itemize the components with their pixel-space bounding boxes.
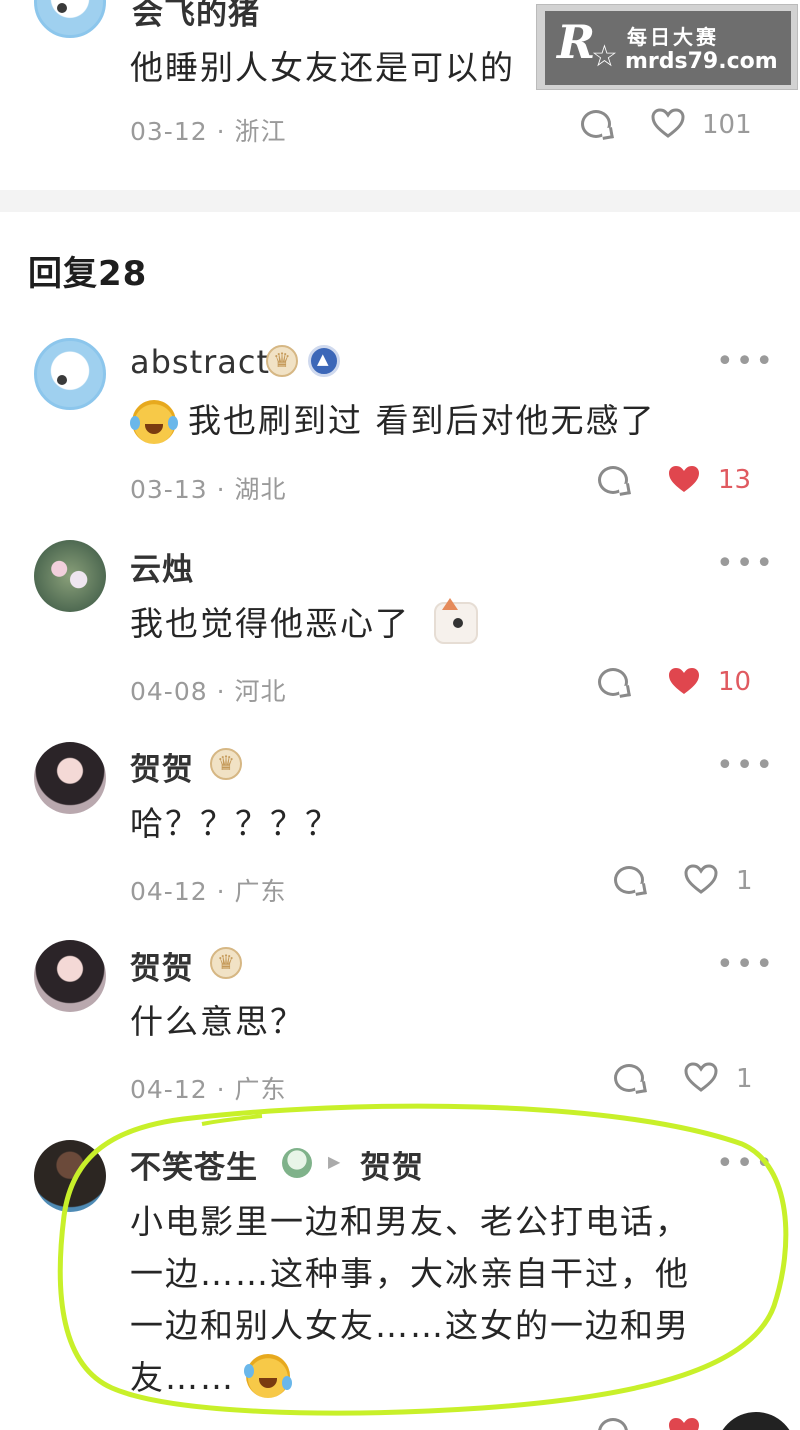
avatar[interactable] bbox=[34, 338, 106, 410]
more-options-button[interactable]: ••• bbox=[716, 549, 775, 579]
heart-filled-icon[interactable] bbox=[667, 1416, 701, 1430]
meta-separator: · bbox=[216, 877, 226, 906]
watermark-url: mrds79.com bbox=[625, 49, 778, 74]
reply-meta: 04-12 · 广东 bbox=[130, 872, 287, 908]
heart-icon[interactable] bbox=[684, 1062, 718, 1092]
reply-date: 04-08 bbox=[130, 677, 208, 706]
comment-meta: 03-12 · 浙江 bbox=[130, 112, 287, 148]
reply-username[interactable]: 贺贺 bbox=[130, 943, 194, 988]
reply-username[interactable]: 贺贺 bbox=[130, 744, 194, 789]
reply-date: 04-12 bbox=[130, 877, 208, 906]
reply-location: 河北 bbox=[234, 677, 287, 706]
reply-username[interactable]: 云烛 bbox=[130, 544, 194, 589]
watermark-name: 每日大赛 bbox=[627, 25, 719, 49]
watermark-logo: R bbox=[557, 15, 596, 69]
like-count: 1 bbox=[736, 866, 753, 896]
cat-emoji bbox=[434, 598, 478, 644]
reply-text: 哈？？？？？ bbox=[130, 804, 340, 843]
crown-badge-icon bbox=[210, 947, 242, 979]
reply-icon[interactable] bbox=[598, 466, 628, 494]
like-count: 101 bbox=[702, 110, 752, 140]
avatar[interactable] bbox=[34, 0, 106, 38]
heart-icon[interactable] bbox=[684, 864, 718, 894]
avatar[interactable] bbox=[34, 742, 106, 814]
watermark: R ☆ 每日大赛 mrds79.com bbox=[536, 4, 798, 90]
comment-text: 他睡别人女友还是可以的 bbox=[130, 48, 515, 87]
like-count: 1 bbox=[736, 1064, 753, 1094]
reply-location: 广东 bbox=[234, 877, 287, 906]
heart-icon[interactable] bbox=[651, 108, 685, 138]
like-count: 13 bbox=[718, 465, 752, 495]
reply-meta: 04-08 · 河北 bbox=[130, 672, 287, 708]
section-divider bbox=[0, 190, 800, 212]
more-options-button[interactable]: ••• bbox=[716, 950, 775, 980]
highlight-annotation bbox=[57, 1103, 789, 1416]
comment-location: 浙江 bbox=[234, 117, 287, 146]
comment-username[interactable]: 会飞的猪 bbox=[132, 0, 260, 33]
replies-section-title: 回复28 bbox=[28, 254, 148, 294]
watermark-panel: R ☆ 每日大赛 mrds79.com bbox=[545, 11, 791, 85]
like-count: 10 bbox=[718, 667, 752, 697]
crown-badge-icon bbox=[210, 748, 242, 780]
reply-date: 03-13 bbox=[130, 475, 208, 504]
level-badge-icon bbox=[308, 345, 340, 377]
heart-filled-icon[interactable] bbox=[667, 666, 701, 696]
avatar[interactable] bbox=[34, 940, 106, 1012]
comment-date: 03-12 bbox=[130, 117, 208, 146]
star-icon: ☆ bbox=[591, 39, 618, 74]
reply-meta: 03-13 · 湖北 bbox=[130, 470, 287, 506]
reply-text: 什么意思？ bbox=[130, 1002, 305, 1041]
reply-username[interactable]: abstract bbox=[130, 343, 270, 381]
reply-icon[interactable] bbox=[598, 668, 628, 696]
more-options-button[interactable]: ••• bbox=[716, 347, 775, 377]
reply-icon[interactable] bbox=[614, 866, 644, 894]
crown-badge-icon bbox=[266, 345, 298, 377]
meta-separator: · bbox=[216, 117, 226, 146]
reply-location: 湖北 bbox=[234, 475, 287, 504]
reply-text: 我也刷到过 看到后对他无感了 bbox=[188, 401, 656, 440]
more-options-button[interactable]: ••• bbox=[716, 751, 775, 781]
reply-icon[interactable] bbox=[614, 1064, 644, 1092]
laughing-crying-emoji bbox=[130, 400, 178, 444]
reply-icon[interactable] bbox=[598, 1418, 628, 1430]
avatar[interactable] bbox=[34, 540, 106, 612]
heart-filled-icon[interactable] bbox=[667, 464, 701, 494]
reply-text: 我也觉得他恶心了 bbox=[130, 604, 410, 643]
meta-separator: · bbox=[216, 677, 226, 706]
meta-separator: · bbox=[216, 475, 226, 504]
reply-icon[interactable] bbox=[581, 110, 611, 138]
